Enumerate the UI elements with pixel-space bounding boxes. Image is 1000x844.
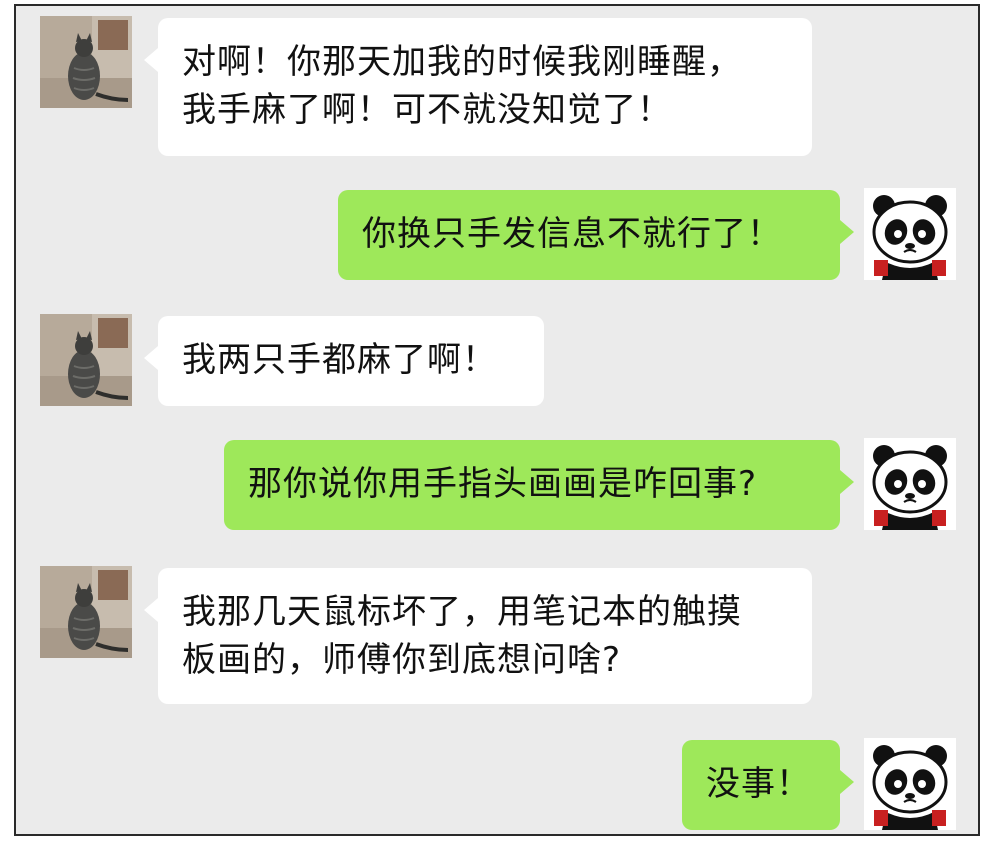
message-bubble-sent[interactable]: 没事！	[682, 740, 854, 830]
cat-photo-icon	[40, 314, 132, 406]
contact-avatar[interactable]	[40, 314, 132, 406]
message-bubble-sent[interactable]: 你换只手发信息不就行了！	[338, 190, 854, 280]
chat-window: 对啊！你那天加我的时候我刚睡醒， 我手麻了啊！可不就没知觉了！ 你换只手发信息不…	[14, 4, 980, 836]
contact-avatar[interactable]	[40, 566, 132, 658]
self-avatar[interactable]	[864, 188, 956, 280]
cat-photo-icon	[40, 16, 132, 108]
message-text: 没事！	[706, 764, 811, 804]
message-bubble-sent[interactable]: 那你说你用手指头画画是咋回事?	[224, 440, 854, 530]
panda-sticker-icon	[864, 188, 956, 280]
message-text: 我那几天鼠标坏了，用笔记本的触摸	[182, 592, 742, 632]
panda-sticker-icon	[864, 438, 956, 530]
self-avatar[interactable]	[864, 438, 956, 530]
panda-sticker-icon	[864, 738, 956, 830]
cat-photo-icon	[40, 566, 132, 658]
message-text: 我手麻了啊！可不就没知觉了！	[182, 90, 672, 130]
message-bubble-received[interactable]: 我两只手都麻了啊！	[144, 316, 544, 406]
message-text: 对啊！你那天加我的时候我刚睡醒，	[182, 42, 742, 82]
message-bubble-received[interactable]: 对啊！你那天加我的时候我刚睡醒， 我手麻了啊！可不就没知觉了！	[144, 18, 812, 156]
message-text: 那你说你用手指头画画是咋回事?	[248, 464, 758, 504]
self-avatar[interactable]	[864, 738, 956, 830]
contact-avatar[interactable]	[40, 16, 132, 108]
message-text: 板画的，师傅你到底想问啥?	[182, 640, 622, 680]
message-text: 你换只手发信息不就行了！	[362, 214, 782, 254]
message-text: 我两只手都麻了啊！	[182, 340, 497, 380]
message-bubble-received[interactable]: 我那几天鼠标坏了，用笔记本的触摸 板画的，师傅你到底想问啥?	[144, 568, 812, 704]
